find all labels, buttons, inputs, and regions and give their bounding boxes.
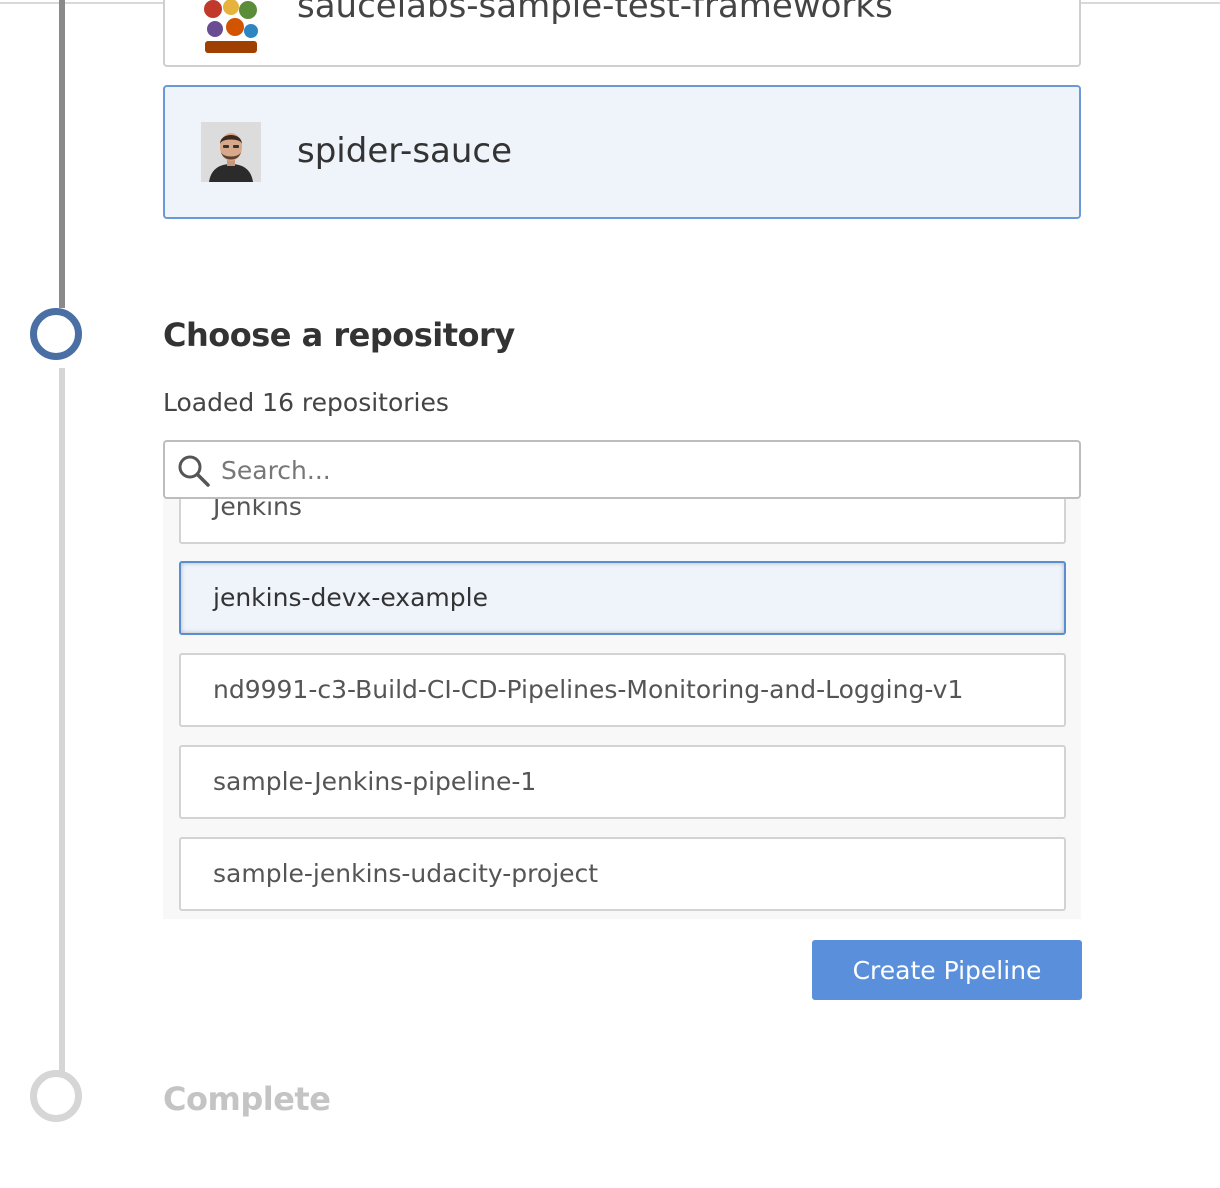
step-indicator-active <box>30 308 82 360</box>
organization-card-selected[interactable]: spider-sauce <box>163 85 1081 219</box>
repository-item[interactable]: Jenkins <box>179 498 1066 544</box>
repository-list[interactable]: Jenkins jenkins-devx-example nd9991-c3-B… <box>163 498 1081 919</box>
step-title-choose-repository: Choose a repository <box>163 316 515 354</box>
organization-name: spider-sauce <box>297 131 513 171</box>
repository-item[interactable]: sample-jenkins-udacity-project <box>179 837 1066 911</box>
timeline-line-pending <box>59 368 65 1074</box>
step-title-complete: Complete <box>163 1080 331 1118</box>
repository-search-box[interactable] <box>163 440 1081 499</box>
repository-item[interactable]: sample-Jenkins-pipeline-1 <box>179 745 1066 819</box>
step-indicator-pending <box>30 1070 82 1122</box>
org-avatar-icon <box>201 0 261 57</box>
repository-item[interactable]: nd9991-c3-Build-CI-CD-Pipelines-Monitori… <box>179 653 1066 727</box>
timeline-line-completed <box>59 0 65 308</box>
repositories-loaded-count: Loaded 16 repositories <box>163 388 449 417</box>
search-icon <box>178 455 210 487</box>
create-pipeline-button[interactable]: Create Pipeline <box>812 940 1082 1000</box>
repository-item-selected[interactable]: jenkins-devx-example <box>179 561 1066 635</box>
search-input[interactable] <box>221 448 1061 492</box>
organization-card[interactable]: saucelabs-sample-test-frameworks <box>163 0 1081 67</box>
user-avatar-icon <box>201 122 261 182</box>
organization-name: saucelabs-sample-test-frameworks <box>297 0 893 26</box>
